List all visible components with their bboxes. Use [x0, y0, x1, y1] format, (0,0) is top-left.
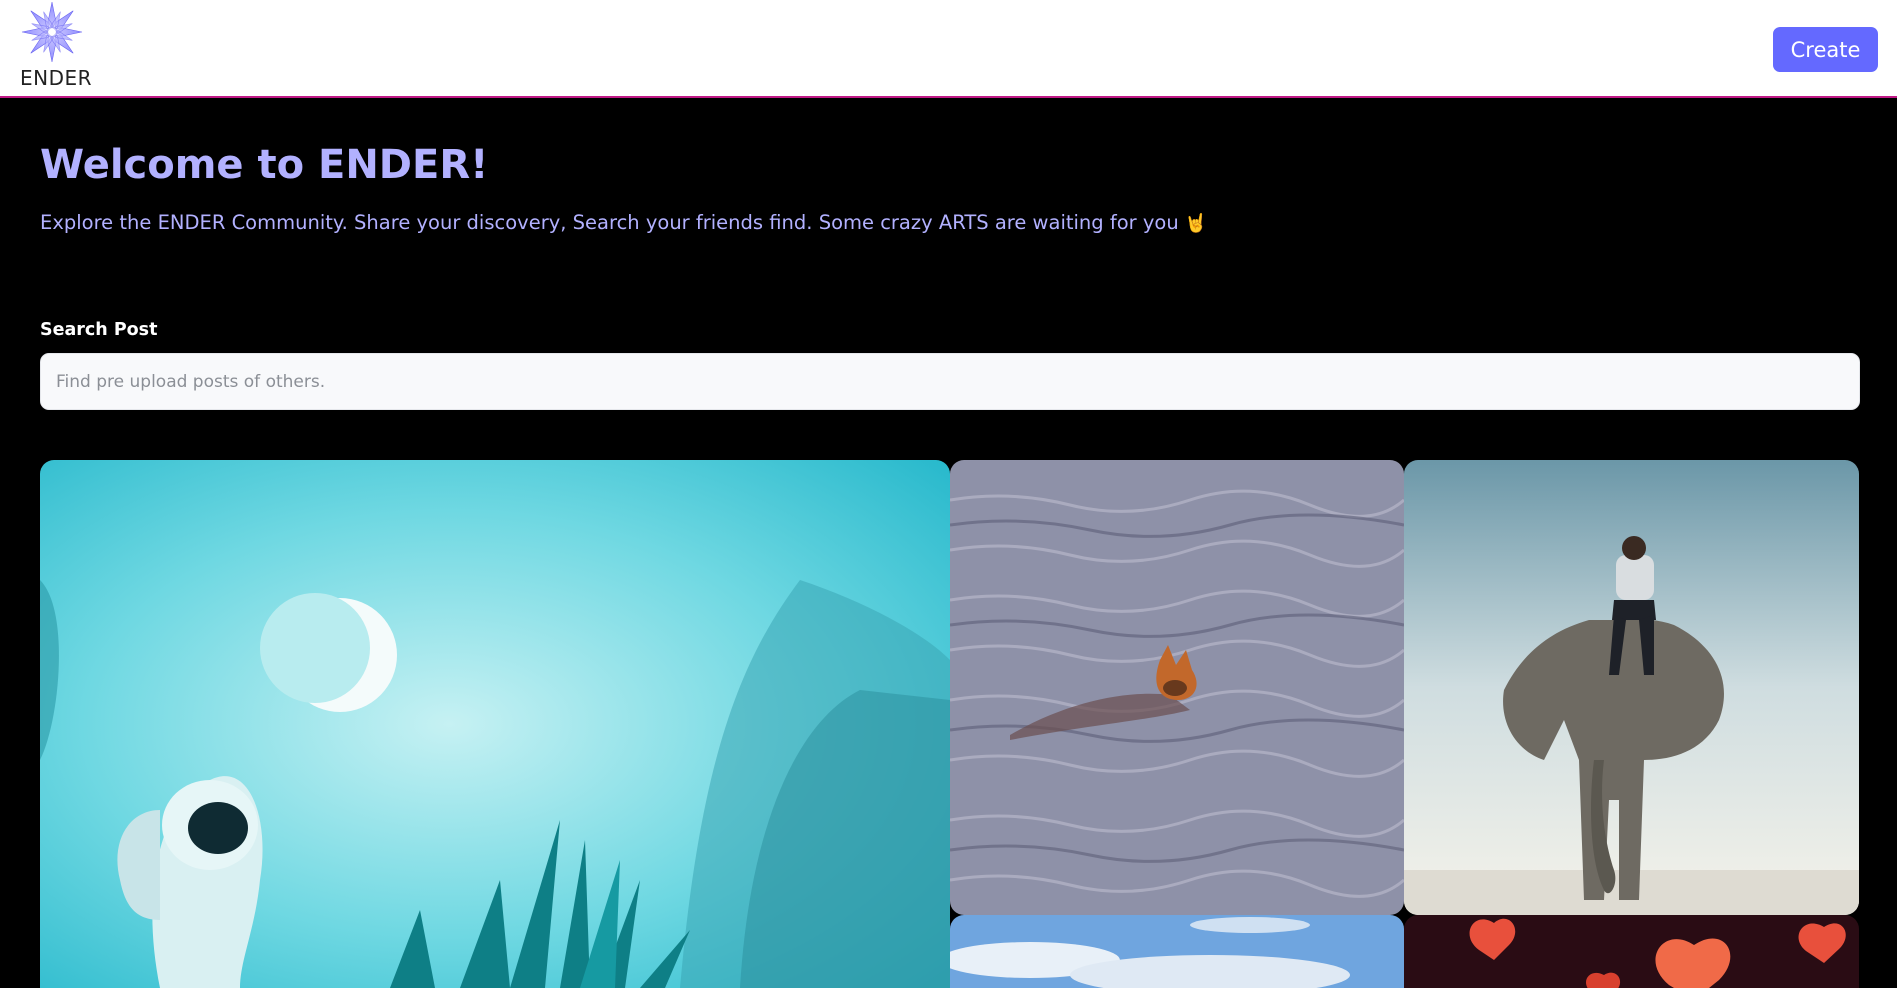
- subtitle-text: Explore the ENDER Community. Share your …: [40, 211, 1179, 234]
- top-navbar: ENDER Create: [0, 0, 1897, 98]
- post-card-fox[interactable]: [950, 460, 1404, 915]
- search-label: Search Post: [40, 320, 158, 340]
- post-card-sky[interactable]: [950, 915, 1404, 988]
- rock-hand-emoji: 🤘: [1184, 213, 1208, 234]
- post-card-elephant[interactable]: [1404, 460, 1859, 915]
- post-card-astronaut[interactable]: [40, 460, 950, 988]
- flower-icon: [21, 1, 83, 63]
- sky-clouds-image: [950, 915, 1404, 988]
- logo-link[interactable]: ENDER: [18, 0, 92, 98]
- post-card-hearts[interactable]: [1404, 915, 1859, 988]
- create-button[interactable]: Create: [1773, 27, 1878, 72]
- logo-text: ENDER: [20, 66, 93, 90]
- search-input[interactable]: [40, 353, 1860, 410]
- elephant-man-image: [1404, 460, 1859, 915]
- hearts-image: [1404, 915, 1859, 988]
- page-subtitle: Explore the ENDER Community. Share your …: [40, 211, 1207, 234]
- fox-swimming-image: [950, 460, 1404, 915]
- astronaut-moon-image: [40, 460, 950, 988]
- page-title: Welcome to ENDER!: [40, 142, 489, 188]
